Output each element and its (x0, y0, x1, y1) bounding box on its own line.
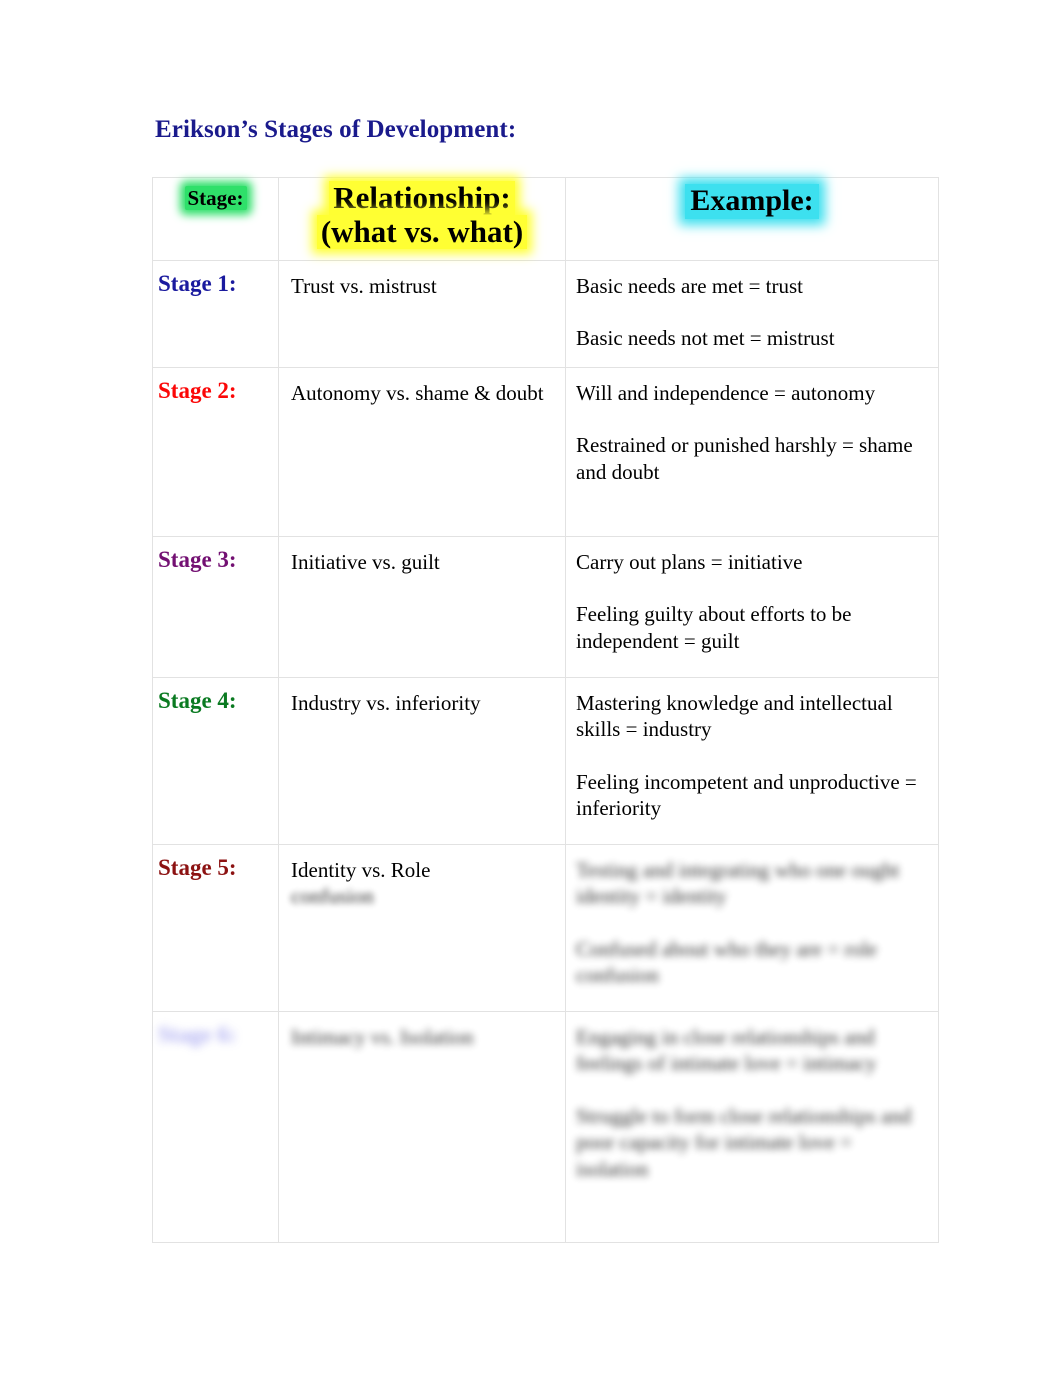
example-text: Carry out plans = initiative (576, 550, 803, 574)
example-text: Feeling guilty about efforts to be indep… (576, 602, 852, 653)
relationship-cell: Industry vs. inferiority (278, 677, 566, 845)
stage-label: Stage 1: (158, 271, 237, 296)
relationship-text-blurred: confusion (291, 884, 374, 909)
stage-cell: Stage 5: (152, 844, 279, 1012)
table-header-row: Stage: Relationship: (what vs. what) Exa… (152, 177, 939, 261)
example-text: Feeling incompetent and unproductive = i… (576, 769, 917, 821)
example-text: Restrained or punished harshly = shame a… (576, 433, 913, 484)
relationship-cell: Trust vs. mistrust (278, 260, 566, 368)
example-cell: Mastering knowledge and intellectual ski… (565, 677, 939, 845)
stage-label-blurred: Stage 6: (158, 1022, 237, 1047)
relationship-text: Trust vs. mistrust (291, 274, 437, 298)
example-cell: Engaging in close relationships and feel… (565, 1011, 939, 1243)
table-row: Stage 6: Intimacy vs. Isolation Engaging… (152, 1011, 939, 1243)
example-cell: Carry out plans = initiative Feeling gui… (565, 536, 939, 678)
stage-cell: Stage 1: (152, 260, 279, 368)
stage-label: Stage 2: (158, 378, 237, 403)
example-text-blurred: Testing and integrating who one ought id… (576, 858, 900, 909)
relationship-cell: Initiative vs. guilt (278, 536, 566, 678)
table-row: Stage 4: Industry vs. inferiority Master… (152, 677, 939, 845)
header-cell-relationship: Relationship: (what vs. what) (278, 177, 566, 261)
example-text: Mastering knowledge and intellectual ski… (576, 691, 893, 742)
stage-cell: Stage 3: (152, 536, 279, 678)
table-row: Stage 1: Trust vs. mistrust Basic needs … (152, 260, 939, 368)
header-label-stage: Stage: (184, 186, 247, 211)
page-title: Erikson’s Stages of Development: (155, 116, 517, 143)
stage-cell: Stage 6: (152, 1011, 279, 1243)
erikson-stages-table: Stage: Relationship: (what vs. what) Exa… (152, 177, 939, 1243)
header-label-example: Example: (685, 184, 819, 219)
table-row: Stage 3: Initiative vs. guilt Carry out … (152, 536, 939, 678)
example-text: Basic needs not met = mistrust (576, 326, 835, 351)
example-cell: Will and independence = autonomy Restrai… (565, 367, 939, 537)
header-label-relationship-line1: Relationship: (329, 180, 515, 216)
relationship-cell: Identity vs. Role confusion (278, 844, 566, 1012)
header-cell-stage: Stage: (152, 177, 279, 261)
relationship-text: Initiative vs. guilt (291, 550, 440, 574)
example-text-blurred: Struggle to form close relationships and… (576, 1103, 912, 1181)
example-text: Basic needs are met = trust (576, 274, 804, 298)
document-page: Erikson’s Stages of Development: Stage: … (0, 0, 1062, 1377)
stage-label: Stage 3: (158, 547, 237, 572)
stage-label: Stage 4: (158, 688, 237, 713)
relationship-text-blurred: Intimacy vs. Isolation (291, 1025, 474, 1049)
relationship-text: Identity vs. Role (291, 858, 431, 882)
relationship-cell: Intimacy vs. Isolation (278, 1011, 566, 1243)
header-label-relationship-line2: (what vs. what) (316, 214, 528, 250)
example-cell: Testing and integrating who one ought id… (565, 844, 939, 1012)
example-text: Will and independence = autonomy (576, 381, 876, 405)
relationship-text: Autonomy vs. shame & doubt (291, 381, 544, 405)
relationship-cell: Autonomy vs. shame & doubt (278, 367, 566, 537)
relationship-text: Industry vs. inferiority (291, 691, 481, 715)
stage-cell: Stage 2: (152, 367, 279, 537)
stage-cell: Stage 4: (152, 677, 279, 845)
example-text-blurred: Engaging in close relationships and feel… (576, 1025, 877, 1076)
table-row: Stage 5: Identity vs. Role confusion Tes… (152, 844, 939, 1012)
header-cell-example: Example: (565, 177, 939, 261)
stage-label: Stage 5: (158, 855, 237, 880)
table-row: Stage 2: Autonomy vs. shame & doubt Will… (152, 367, 939, 537)
example-cell: Basic needs are met = trust Basic needs … (565, 260, 939, 368)
example-text-blurred: Confused about who they are = role confu… (576, 936, 878, 988)
